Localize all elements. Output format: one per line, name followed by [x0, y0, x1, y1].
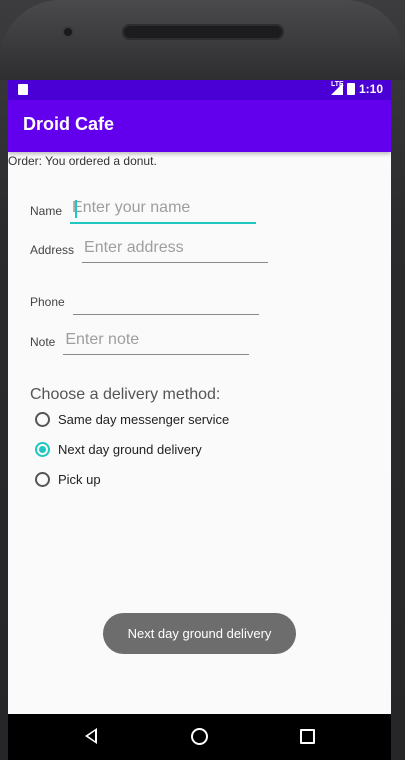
toast-message: Next day ground delivery	[103, 613, 296, 654]
text-caret	[75, 200, 77, 218]
phone-row: Phone	[30, 289, 259, 315]
address-input[interactable]	[82, 237, 269, 263]
note-label: Note	[30, 335, 56, 349]
note-row: Note	[30, 329, 250, 355]
signal-icon: LTE	[330, 81, 344, 95]
phone-input[interactable]	[72, 289, 259, 315]
radio-same-day[interactable]: Same day messenger service	[35, 412, 229, 427]
order-summary: Order: You ordered a donut.	[8, 154, 157, 168]
radio-label: Next day ground delivery	[58, 442, 202, 457]
radio-unchecked-icon	[35, 412, 50, 427]
phone-top-bezel	[0, 0, 405, 80]
radio-unchecked-icon	[35, 472, 50, 487]
screen: LTE 1:10 Droid Cafe Order: You ordered a…	[8, 80, 391, 760]
address-label: Address	[30, 243, 75, 257]
name-input[interactable]	[70, 197, 257, 224]
earpiece-speaker	[122, 24, 284, 40]
radio-checked-icon	[35, 442, 50, 457]
status-right-group: LTE 1:10	[330, 81, 383, 96]
radio-pick-up[interactable]: Pick up	[35, 472, 101, 487]
radio-label: Same day messenger service	[58, 412, 230, 427]
name-label: Name	[30, 204, 63, 218]
note-input[interactable]	[63, 329, 250, 355]
front-camera	[64, 28, 72, 36]
status-bar: LTE 1:10	[8, 80, 391, 100]
name-row: Name	[30, 197, 257, 224]
radio-next-day[interactable]: Next day ground delivery	[35, 442, 202, 457]
sd-card-icon	[18, 84, 28, 95]
navigation-bar	[8, 714, 391, 760]
address-row: Address	[30, 237, 269, 263]
back-icon[interactable]	[85, 728, 97, 744]
status-time: 1:10	[358, 82, 383, 96]
battery-icon	[346, 83, 355, 95]
home-icon[interactable]	[191, 728, 208, 745]
recent-apps-icon[interactable]	[300, 729, 315, 744]
app-title: Droid Cafe	[23, 114, 115, 134]
phone-label: Phone	[30, 295, 65, 309]
phone-frame: LTE 1:10 Droid Cafe Order: You ordered a…	[0, 0, 405, 760]
radio-dot	[39, 446, 46, 453]
radio-label: Pick up	[58, 472, 101, 487]
app-bar: Droid Cafe	[8, 100, 391, 152]
network-type-label: LTE	[330, 81, 344, 88]
back-icon-inner	[88, 731, 95, 741]
delivery-heading: Choose a delivery method:	[30, 386, 221, 403]
